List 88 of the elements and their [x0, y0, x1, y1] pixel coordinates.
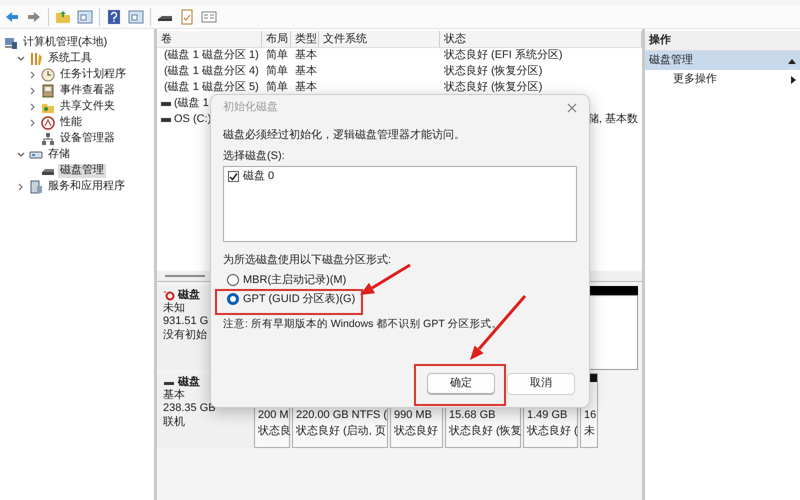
checkbox[interactable] [228, 171, 239, 182]
disk-info: 基本 [163, 389, 185, 402]
disk-info: 没有初始 [163, 328, 207, 342]
field-label: 为所选磁盘使用以下磁盘分区形式: [223, 254, 392, 268]
arrow [360, 264, 411, 295]
disk-info: 联机 [163, 416, 185, 429]
partition-size: 220.00 GB NTFS ( [296, 408, 388, 423]
dialog-title: 初始化磁盘 [223, 101, 278, 115]
radio-button[interactable] [227, 293, 239, 306]
tree-item[interactable]: 事件查看器 [58, 84, 117, 98]
tree-item[interactable]: 性能 [58, 116, 84, 130]
action-label: 更多操作 [673, 73, 717, 87]
partition-status: 未 [584, 424, 595, 439]
partition-status: 状态良好 [394, 424, 438, 439]
actions-header: 操作 [645, 31, 800, 52]
column-header[interactable]: 文件系统 [319, 31, 440, 47]
tree-item[interactable]: 系统工具 [46, 52, 94, 66]
folder-icon[interactable] [55, 8, 71, 24]
table-cell: (磁盘 1 磁盘分区 5) [164, 81, 259, 95]
toolbox-icon [29, 52, 43, 66]
arrow [470, 295, 526, 360]
collapse-icon[interactable] [788, 58, 796, 64]
list-item[interactable]: 磁盘 0 [243, 170, 274, 184]
cancel-button[interactable]: 取消 [507, 373, 575, 395]
partition-size: 990 MB [394, 408, 432, 423]
gauge-icon [41, 116, 55, 130]
partition-size: 16 [584, 408, 596, 423]
volume-icon [161, 102, 171, 106]
log-book-icon [41, 84, 55, 98]
partition-status: 状态良 [258, 424, 291, 439]
disk-info: 未知 [163, 302, 185, 316]
column-header[interactable]: 卷 [157, 31, 262, 47]
table-cell: (磁盘 1 磁盘分区 1) [164, 49, 259, 63]
column-header[interactable]: 类型 [291, 31, 319, 47]
disk-info: 931.51 G [163, 315, 208, 328]
field-label: 选择磁盘(S): [223, 150, 286, 164]
column-header[interactable]: 状态 [440, 31, 642, 47]
tree-item[interactable]: 共享文件夹 [58, 100, 117, 114]
table-cell: 基本 [295, 65, 317, 78]
tree-item[interactable]: 计算机管理(本地) [21, 36, 110, 50]
table-cell: 状态良好 (恢复分区) [444, 65, 542, 78]
table-cell: 简单 [266, 65, 288, 78]
section-title: 磁盘管理 [649, 54, 693, 68]
volume-icon [161, 118, 171, 122]
note-text: 注意: 所有早期版本的 Windows 都不识别 GPT 分区形式。 [223, 318, 504, 331]
table-cell: 简单 [266, 81, 288, 94]
table-cell: 状态良好 (恢复分区) [444, 81, 542, 94]
table-cell: 基本 [295, 81, 317, 94]
table-cell: 状态良好 (EFI 系统分区) [444, 49, 563, 62]
properties-icon[interactable] [201, 8, 217, 24]
tree-item[interactable]: 磁盘管理 [58, 164, 106, 178]
checklist-icon[interactable] [179, 8, 195, 24]
tree-item[interactable]: 任务计划程序 [58, 68, 128, 82]
table-cell: 基本 [295, 49, 317, 62]
partition-size: 15.68 GB [449, 408, 496, 423]
radio-button[interactable] [227, 274, 239, 286]
partition-status: 状态良好 (恢复 [449, 424, 522, 439]
close-icon[interactable] [567, 103, 577, 113]
disk-name: 磁盘 [178, 289, 200, 302]
partition-size: 1.49 GB [527, 408, 568, 423]
clock-icon [41, 68, 55, 82]
partition-size: 200 M [258, 408, 289, 423]
help-icon[interactable] [106, 8, 122, 24]
server-icon [29, 180, 43, 194]
ok-button[interactable]: 确定 [427, 373, 495, 395]
submenu-arrow-icon [791, 76, 796, 84]
column-header[interactable]: 布局 [262, 31, 291, 47]
panel-icon[interactable] [128, 8, 144, 24]
check-icon [229, 172, 238, 182]
disk-error-icon [163, 290, 175, 301]
device-tree-icon [41, 132, 55, 146]
action-item[interactable]: 更多操作 [645, 70, 800, 90]
table-cell: 简单 [266, 49, 288, 62]
dialog-message: 磁盘必须经过初始化，逻辑磁盘管理器才能访问。 [223, 129, 466, 142]
tree-item[interactable]: 服务和应用程序 [46, 180, 127, 194]
partition-status: 状态良好 ( [527, 424, 578, 439]
disk-list[interactable]: 磁盘 0 [223, 166, 577, 242]
radio-label[interactable]: MBR(主启动记录)(M) [243, 274, 346, 287]
partition-status: 状态良好 (启动, 页 [296, 424, 386, 439]
disk-name: 磁盘 [178, 376, 200, 389]
tree-item[interactable]: 设备管理器 [58, 132, 117, 146]
panel-icon[interactable] [77, 8, 93, 24]
table-cell: (磁盘 1 磁盘分区 4) [164, 65, 259, 79]
tree-item[interactable]: 存储 [46, 148, 72, 162]
table-cell: (磁盘 1 [174, 97, 209, 111]
computer-icon [4, 36, 18, 50]
radio-label[interactable]: GPT (GUID 分区表)(G) [243, 292, 356, 306]
actions-section[interactable]: 磁盘管理 [645, 51, 800, 70]
